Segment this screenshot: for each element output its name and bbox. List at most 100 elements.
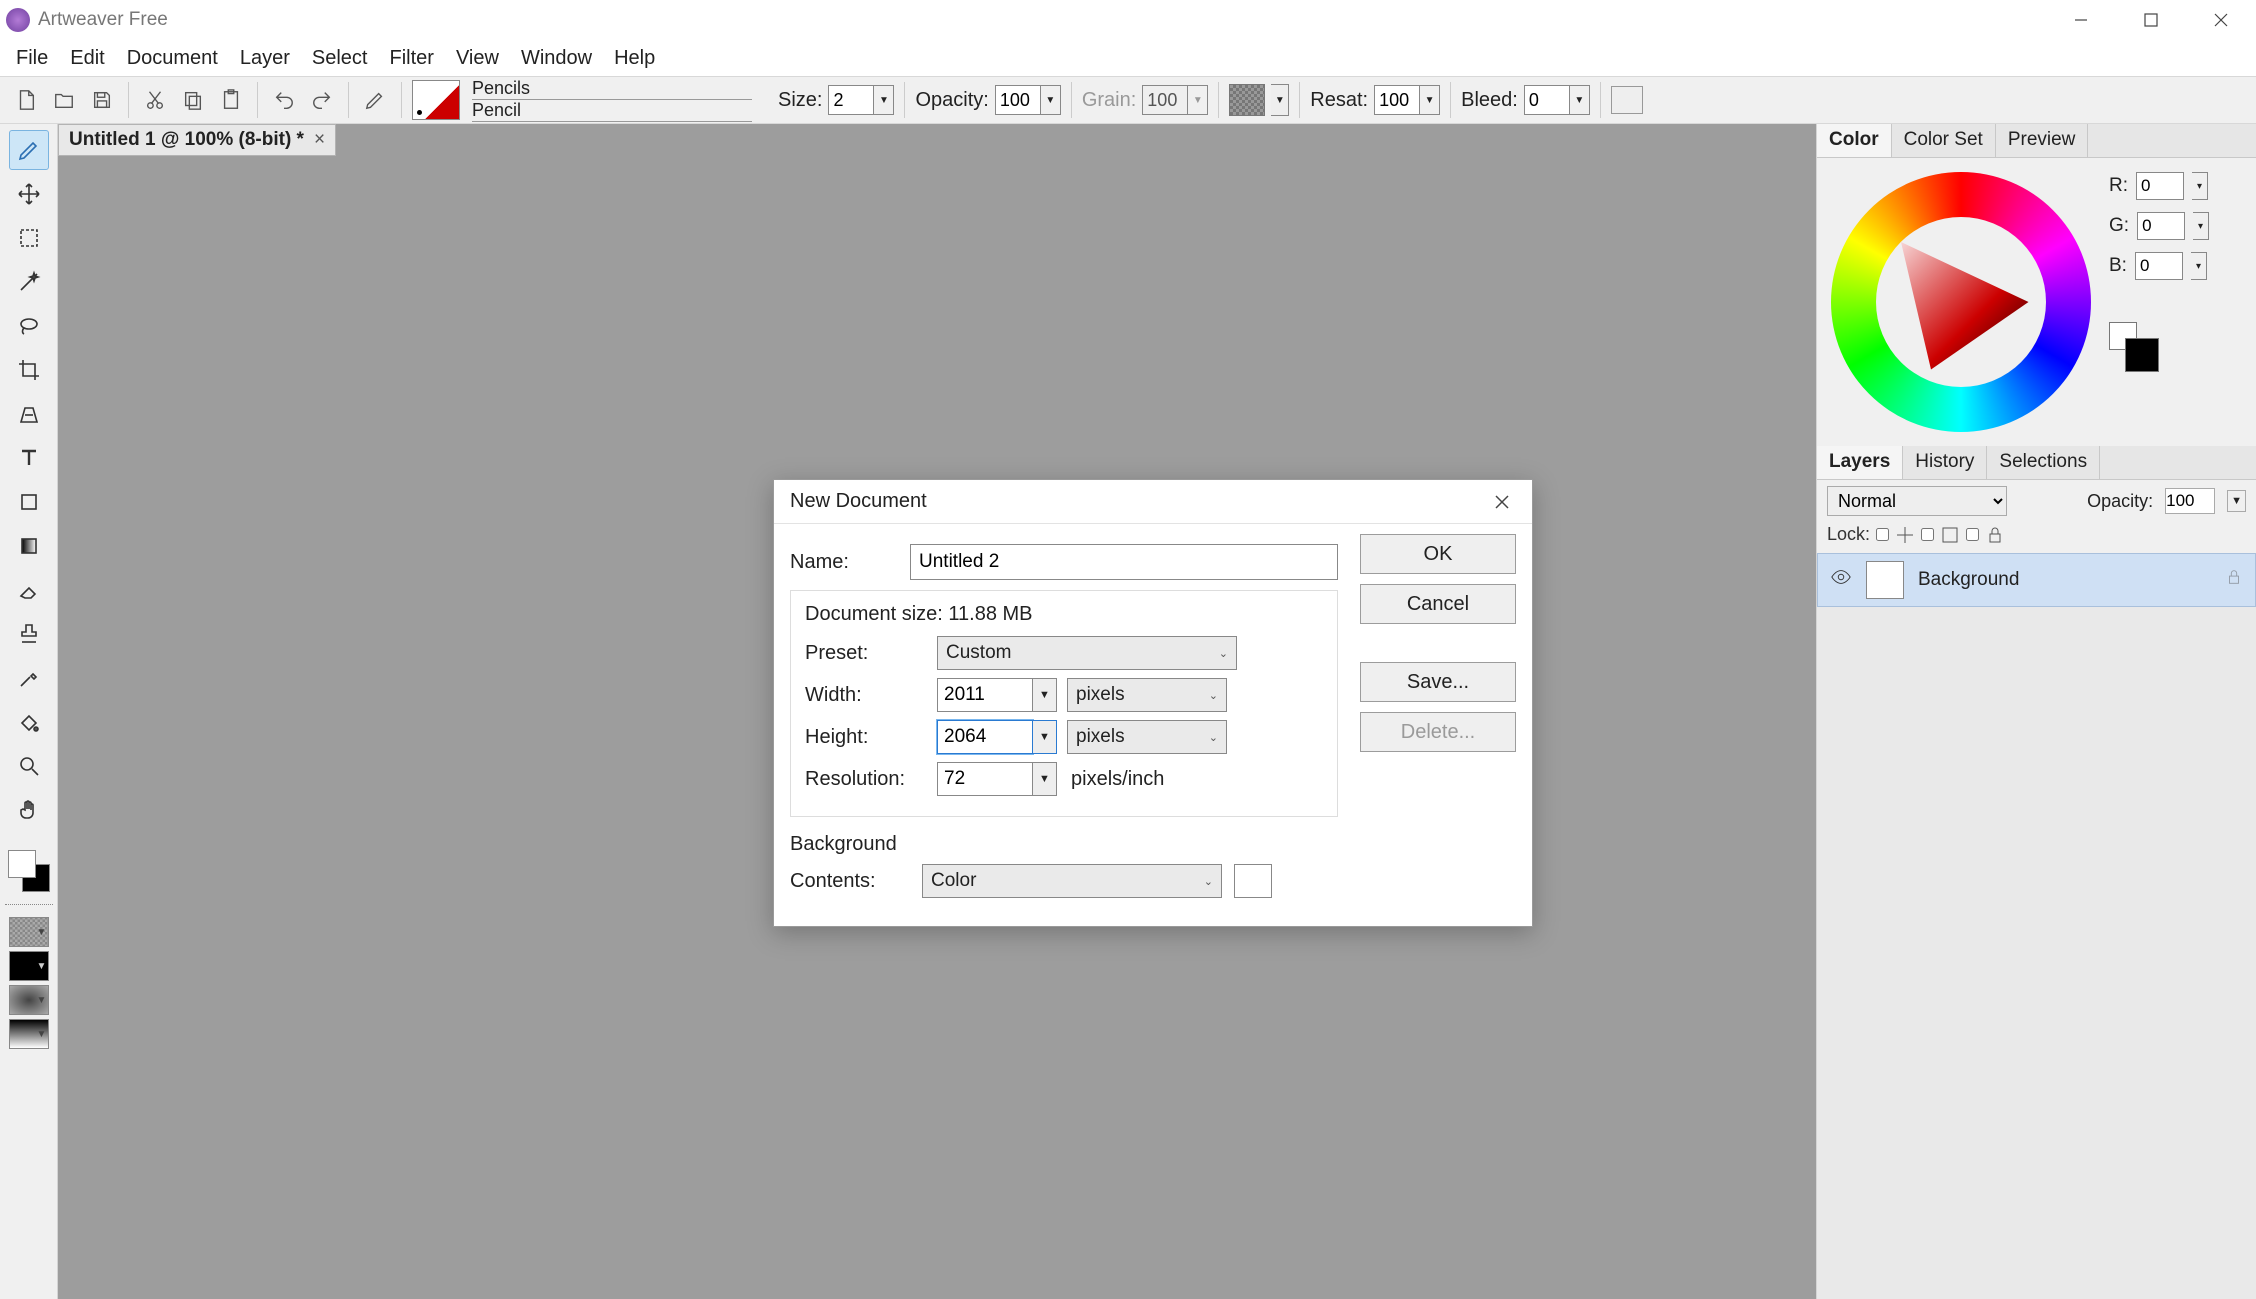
grain-label: Grain:: [1082, 89, 1136, 112]
visibility-icon[interactable]: [1830, 566, 1852, 594]
open-file-icon[interactable]: [48, 84, 80, 116]
copy-icon[interactable]: [177, 84, 209, 116]
bleed-dropdown[interactable]: ▼: [1570, 85, 1590, 115]
menu-window[interactable]: Window: [511, 43, 602, 74]
ok-button[interactable]: OK: [1360, 534, 1516, 574]
menu-select[interactable]: Select: [302, 43, 378, 74]
texture-dropdown[interactable]: ▼: [1271, 84, 1289, 116]
g-input[interactable]: [2137, 212, 2185, 240]
menu-file[interactable]: File: [6, 43, 58, 74]
opacity-dropdown[interactable]: ▼: [1041, 85, 1061, 115]
tab-color[interactable]: Color: [1817, 124, 1892, 157]
resolution-dropdown[interactable]: ▼: [1033, 762, 1057, 796]
menu-help[interactable]: Help: [604, 43, 665, 74]
fill-tool[interactable]: [9, 702, 49, 742]
nozzle-swatch[interactable]: ▼: [9, 985, 49, 1015]
menu-view[interactable]: View: [446, 43, 509, 74]
contents-select[interactable]: Color⌄: [922, 864, 1222, 898]
app-title: Artweaver Free: [38, 9, 168, 31]
b-stepper[interactable]: ▾: [2191, 252, 2207, 280]
layer-lock-icon: [2225, 568, 2243, 592]
layer-opacity-dropdown[interactable]: ▼: [2227, 490, 2246, 512]
height-input[interactable]: [937, 720, 1033, 754]
name-input[interactable]: [910, 544, 1338, 580]
move-tool[interactable]: [9, 174, 49, 214]
b-input[interactable]: [2135, 252, 2183, 280]
lock-all-checkbox[interactable]: [1966, 528, 1979, 541]
layer-item[interactable]: Background: [1817, 553, 2256, 607]
paste-icon[interactable]: [215, 84, 247, 116]
menu-document[interactable]: Document: [117, 43, 228, 74]
opacity-input[interactable]: [995, 85, 1041, 115]
stamp-tool[interactable]: [9, 614, 49, 654]
resat-input[interactable]: [1374, 85, 1420, 115]
brush-preview[interactable]: [412, 80, 460, 120]
lasso-tool[interactable]: [9, 306, 49, 346]
text-tool[interactable]: [9, 438, 49, 478]
texture-swatch[interactable]: [1229, 84, 1265, 116]
layer-opacity-input[interactable]: [2165, 488, 2215, 514]
brush-group-label[interactable]: Pencils: [472, 78, 752, 100]
opacity-label: Opacity:: [915, 89, 988, 112]
eyedropper-tool[interactable]: [9, 658, 49, 698]
brush-name-label[interactable]: Pencil: [472, 100, 752, 122]
new-file-icon[interactable]: [10, 84, 42, 116]
menu-filter[interactable]: Filter: [379, 43, 443, 74]
height-dropdown[interactable]: ▼: [1033, 720, 1057, 754]
brush-tool[interactable]: [9, 130, 49, 170]
tab-color-set[interactable]: Color Set: [1892, 124, 1996, 157]
gradient-tool[interactable]: [9, 526, 49, 566]
size-dropdown[interactable]: ▼: [874, 85, 894, 115]
width-unit-select[interactable]: pixels⌄: [1067, 678, 1227, 712]
undo-icon[interactable]: [268, 84, 300, 116]
menu-layer[interactable]: Layer: [230, 43, 300, 74]
save-preset-button[interactable]: Save...: [1360, 662, 1516, 702]
tab-selections[interactable]: Selections: [1987, 446, 2100, 479]
perspective-tool[interactable]: [9, 394, 49, 434]
bleed-input[interactable]: [1524, 85, 1570, 115]
options-toggle[interactable]: [1611, 86, 1643, 114]
resolution-input[interactable]: [937, 762, 1033, 796]
preset-select[interactable]: Custom⌄: [937, 636, 1237, 670]
tab-history[interactable]: History: [1903, 446, 1987, 479]
wand-tool[interactable]: [9, 262, 49, 302]
panel-fg-bg-swatch[interactable]: [2109, 322, 2159, 372]
pattern-swatch[interactable]: ▼: [9, 951, 49, 981]
zoom-tool[interactable]: [9, 746, 49, 786]
size-input[interactable]: [828, 85, 874, 115]
tab-preview[interactable]: Preview: [1996, 124, 2089, 157]
save-file-icon[interactable]: [86, 84, 118, 116]
eraser-tool[interactable]: [9, 570, 49, 610]
gradient-swatch[interactable]: ▼: [9, 1019, 49, 1049]
g-stepper[interactable]: ▾: [2193, 212, 2209, 240]
lock-transparent-checkbox[interactable]: [1876, 528, 1889, 541]
cancel-button[interactable]: Cancel: [1360, 584, 1516, 624]
width-dropdown[interactable]: ▼: [1033, 678, 1057, 712]
minimize-button[interactable]: [2046, 0, 2116, 40]
hand-tool[interactable]: [9, 790, 49, 830]
height-unit-select[interactable]: pixels⌄: [1067, 720, 1227, 754]
close-button[interactable]: [2186, 0, 2256, 40]
redo-icon[interactable]: [306, 84, 338, 116]
tab-layers[interactable]: Layers: [1817, 446, 1903, 479]
blend-mode-select[interactable]: Normal: [1827, 486, 2007, 516]
fg-bg-swatch[interactable]: [8, 850, 50, 892]
background-color-swatch[interactable]: [1234, 864, 1272, 898]
color-wheel[interactable]: [1831, 172, 2091, 432]
paper-swatch[interactable]: ▼: [9, 917, 49, 947]
lock-pixels-checkbox[interactable]: [1921, 528, 1934, 541]
menu-edit[interactable]: Edit: [60, 43, 114, 74]
canvas-area[interactable]: Untitled 1 @ 100% (8-bit) * × New Docume…: [58, 124, 1816, 1299]
resat-dropdown[interactable]: ▼: [1420, 85, 1440, 115]
r-stepper[interactable]: ▾: [2192, 172, 2208, 200]
width-input[interactable]: [937, 678, 1033, 712]
maximize-button[interactable]: [2116, 0, 2186, 40]
move-lock-icon: [1895, 525, 1915, 545]
shape-tool[interactable]: [9, 482, 49, 522]
brush-tool-icon[interactable]: [359, 84, 391, 116]
marquee-tool[interactable]: [9, 218, 49, 258]
dialog-close-button[interactable]: [1488, 488, 1516, 516]
cut-icon[interactable]: [139, 84, 171, 116]
crop-tool[interactable]: [9, 350, 49, 390]
r-input[interactable]: [2136, 172, 2184, 200]
